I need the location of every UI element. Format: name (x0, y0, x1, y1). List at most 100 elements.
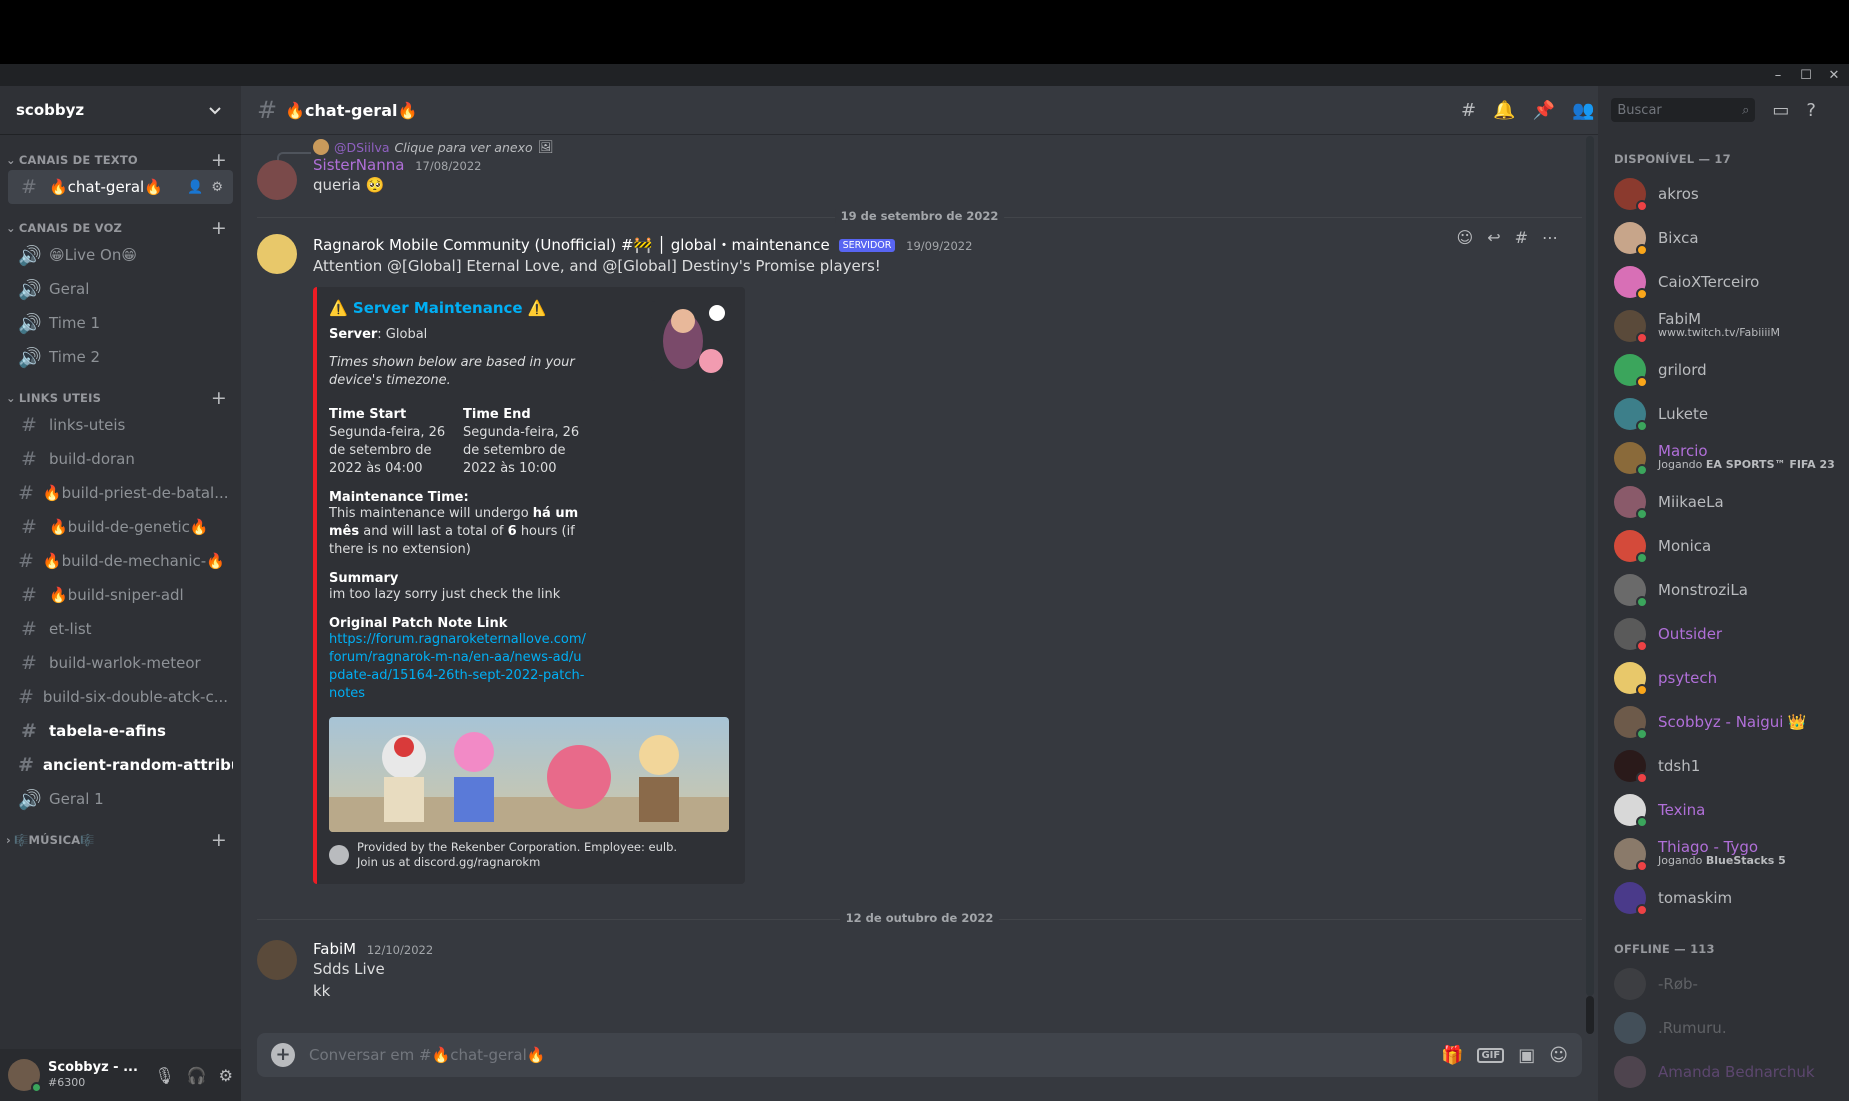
channel-chat-geral[interactable]: # 🔥chat-geral🔥 👤 ⚙ (8, 170, 233, 204)
embed-thumbnail[interactable] (651, 301, 731, 381)
reply-author[interactable]: @DSiilva (334, 140, 390, 155)
reply-icon[interactable]: ↩ (1487, 228, 1500, 247)
member-item[interactable]: Thiago - Tygo Jogando BlueStacks 5 (1598, 832, 1849, 876)
avatar[interactable] (1614, 574, 1648, 608)
channel-item[interactable]: # ancient-random-attribu... (8, 748, 233, 782)
channel-item[interactable]: # build-doran (8, 442, 233, 476)
voice-channel[interactable]: 🔊 Time 2 (8, 340, 233, 374)
member-item[interactable]: .Rumuru. (1598, 1006, 1849, 1050)
pin-icon[interactable]: 📌 (1533, 100, 1555, 121)
scrollbar-track[interactable] (1586, 136, 1594, 996)
channel-item[interactable]: # links-uteis (8, 408, 233, 442)
more-icon[interactable]: ⋯ (1542, 228, 1558, 247)
avatar[interactable] (1614, 750, 1648, 784)
channel-item[interactable]: 🔊 Geral 1 (8, 782, 233, 816)
avatar[interactable] (1614, 222, 1648, 256)
voice-channel[interactable]: 🔊 😁Live On😁 (8, 238, 233, 272)
channel-item[interactable]: # tabela-e-afins (8, 714, 233, 748)
avatar[interactable] (8, 1059, 42, 1093)
category-links-uteis[interactable]: ⌄ LINKS UTEIS + (0, 387, 241, 409)
threads-icon[interactable]: # (1461, 100, 1476, 121)
server-header[interactable]: scobbyz (0, 86, 241, 134)
member-item[interactable]: psytech (1598, 656, 1849, 700)
gif-icon[interactable]: GIF (1477, 1047, 1505, 1063)
scrollbar-thumb[interactable] (1586, 996, 1594, 1034)
member-item[interactable]: tomaskim (1598, 876, 1849, 920)
channel-item[interactable]: # et-list (8, 612, 233, 646)
gear-icon[interactable]: ⚙ (219, 1066, 233, 1085)
members-icon[interactable]: 👥 (1572, 100, 1594, 121)
avatar[interactable] (1614, 838, 1648, 872)
close-button[interactable]: ✕ (1825, 68, 1843, 83)
member-item[interactable]: Marcio Jogando EA SPORTS™ FIFA 23 (1598, 436, 1849, 480)
search-input[interactable]: Buscar ⌕ (1611, 98, 1756, 122)
member-item[interactable]: Outsider (1598, 612, 1849, 656)
avatar[interactable] (1614, 706, 1648, 740)
avatar[interactable] (1614, 882, 1648, 916)
message-author[interactable]: FabiM (313, 940, 356, 958)
avatar[interactable] (257, 160, 297, 200)
avatar[interactable] (1614, 178, 1648, 212)
sticker-icon[interactable]: ▣ (1518, 1045, 1535, 1066)
bell-icon[interactable]: 🔔 (1493, 100, 1515, 121)
avatar[interactable] (1614, 310, 1648, 344)
add-channel-icon[interactable]: + (211, 829, 227, 851)
avatar[interactable] (1614, 662, 1648, 696)
emoji-icon[interactable]: ☺ (1549, 1045, 1568, 1066)
member-item[interactable]: akros (1598, 172, 1849, 216)
maximize-button[interactable]: ☐ (1797, 68, 1815, 83)
member-item[interactable]: Amanda Bednarchuk (1598, 1050, 1849, 1094)
thread-icon[interactable]: # (1515, 228, 1528, 247)
channel-item[interactable]: # 🔥build-sniper-adl (8, 578, 233, 612)
message-composer[interactable]: + Conversar em #🔥chat-geral🔥 🎁 GIF ▣ ☺ (257, 1033, 1582, 1077)
avatar[interactable] (1614, 530, 1648, 564)
avatar[interactable] (1614, 618, 1648, 652)
channel-item[interactable]: # 🔥build-de-genetic🔥 (8, 510, 233, 544)
avatar[interactable] (1614, 1012, 1646, 1044)
embed-image[interactable] (329, 717, 729, 832)
invite-icon[interactable]: 👤 (187, 180, 203, 195)
member-item[interactable]: CaioXTerceiro (1598, 260, 1849, 304)
avatar[interactable] (1614, 398, 1648, 432)
avatar[interactable] (1614, 1056, 1646, 1088)
member-item[interactable]: MiikaeLa (1598, 480, 1849, 524)
member-item[interactable]: Texina (1598, 788, 1849, 832)
channel-item[interactable]: # build-warlok-meteor (8, 646, 233, 680)
voice-channel[interactable]: 🔊 Time 1 (8, 306, 233, 340)
member-item[interactable]: grilord (1598, 348, 1849, 392)
add-channel-icon[interactable]: + (211, 149, 227, 171)
patch-note-link[interactable]: https://forum.ragnaroketernallove.com/fo… (329, 632, 586, 701)
mic-muted-icon[interactable]: 🎙 (154, 1066, 174, 1085)
category-voice-channels[interactable]: ⌄ CANAIS DE VOZ + (0, 217, 241, 239)
help-icon[interactable]: ? (1806, 100, 1816, 121)
reply-preview[interactable]: @DSiilva Clique para ver anexo 🖼 (313, 138, 1582, 156)
member-item[interactable]: FabiM www.twitch.tv/FabiiiiM (1598, 304, 1849, 348)
member-item[interactable]: tdsh1 (1598, 744, 1849, 788)
chevron-down-icon[interactable] (207, 102, 223, 118)
composer-placeholder[interactable]: Conversar em #🔥chat-geral🔥 (309, 1046, 545, 1064)
member-item[interactable]: Bixca (1598, 216, 1849, 260)
headphones-icon[interactable]: 🎧 (187, 1066, 207, 1085)
avatar[interactable] (257, 940, 297, 980)
category-text-channels[interactable]: ⌄ CANAIS DE TEXTO + (0, 149, 241, 171)
avatar[interactable] (1614, 968, 1646, 1000)
channel-item[interactable]: # build-six-double-atck-c... (8, 680, 233, 714)
avatar[interactable] (1614, 794, 1648, 828)
add-channel-icon[interactable]: + (211, 387, 227, 409)
avatar[interactable] (1614, 442, 1648, 476)
avatar[interactable] (257, 234, 297, 274)
member-item[interactable]: -Røb- (1598, 962, 1849, 1006)
avatar[interactable] (1614, 266, 1648, 300)
avatar[interactable] (1614, 354, 1648, 388)
gift-icon[interactable]: 🎁 (1441, 1045, 1463, 1066)
minimize-button[interactable]: – (1769, 68, 1787, 83)
add-reaction-icon[interactable]: ☺ (1457, 228, 1474, 247)
add-attachment-icon[interactable]: + (271, 1043, 295, 1067)
member-item[interactable]: Scobbyz - Naigui 👑 (1598, 700, 1849, 744)
voice-channel[interactable]: 🔊 Geral (8, 272, 233, 306)
gear-icon[interactable]: ⚙ (211, 180, 223, 195)
avatar[interactable] (1614, 486, 1648, 520)
inbox-icon[interactable]: ▭ (1772, 100, 1789, 121)
member-item[interactable]: MonstroziLa (1598, 568, 1849, 612)
channel-item[interactable]: # 🔥build-de-mechanic-🔥 (8, 544, 233, 578)
